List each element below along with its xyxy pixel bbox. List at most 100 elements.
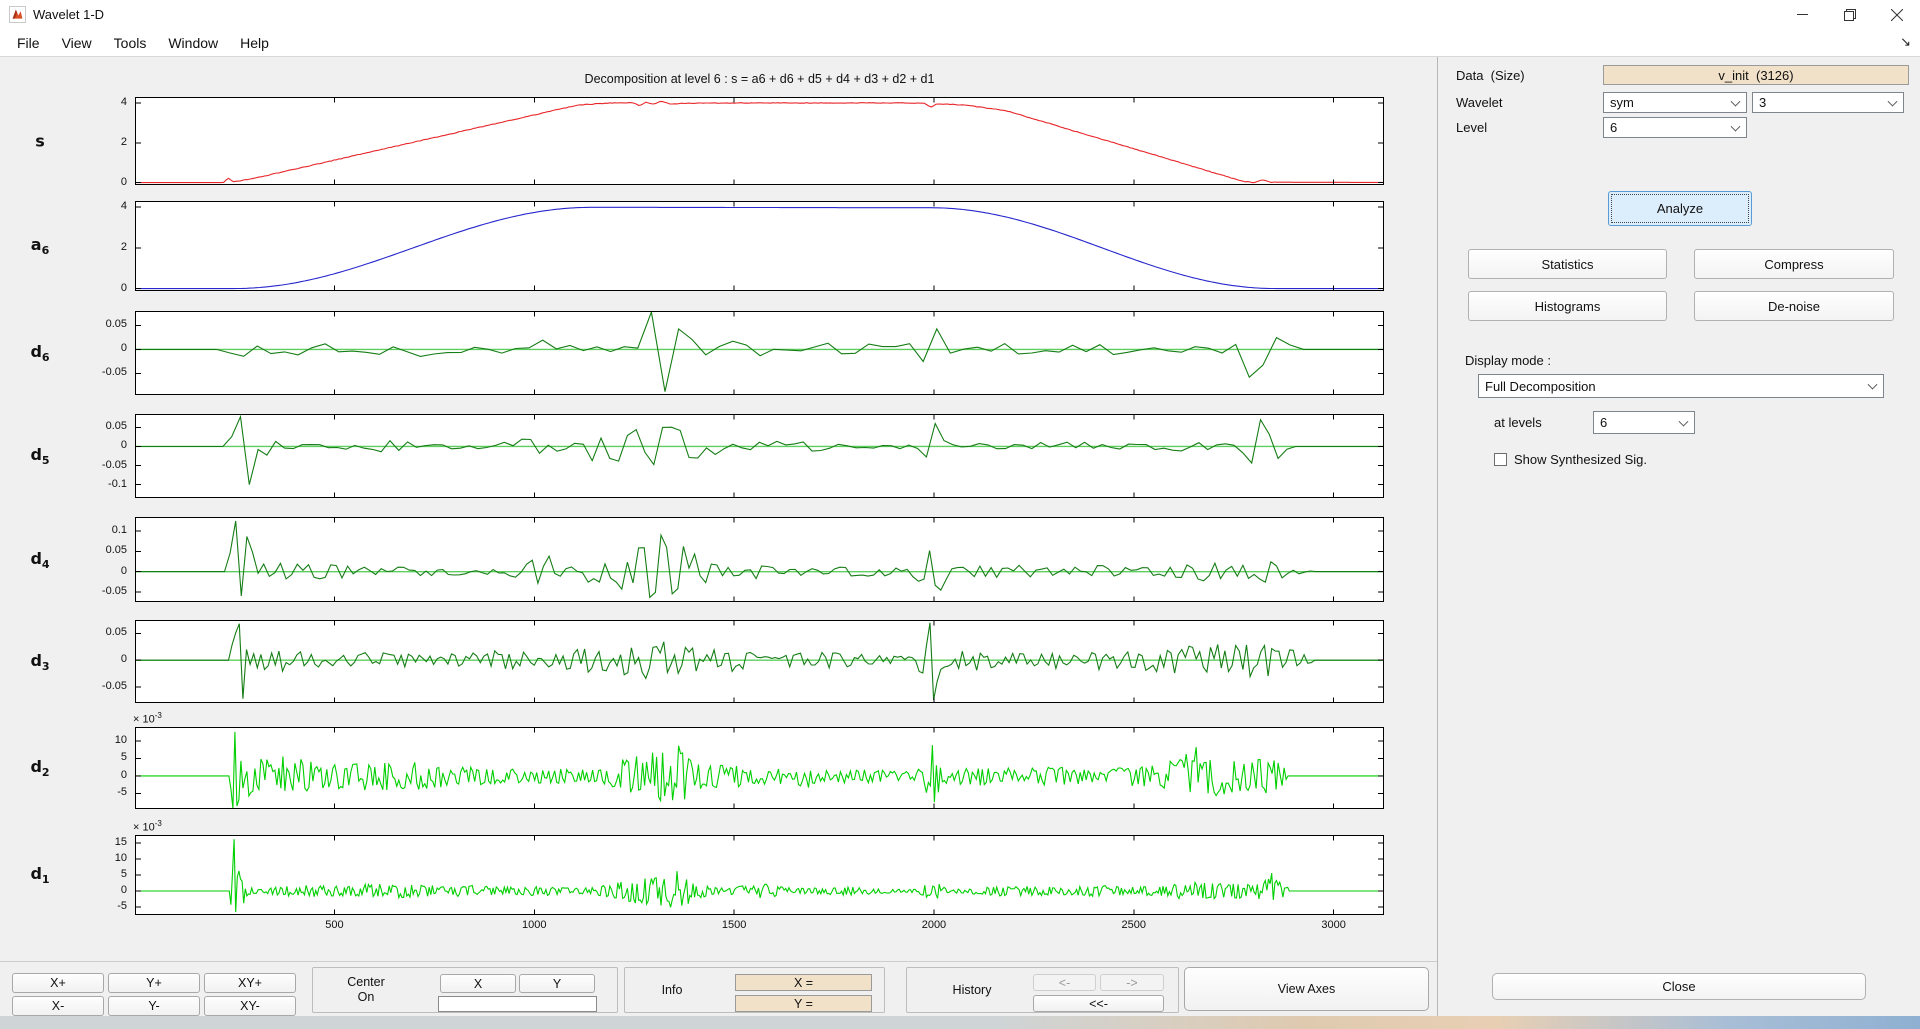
info-group: Info X = Y = xyxy=(624,967,885,1013)
subplot-row-d5: d5-0.1-0.0500.05 xyxy=(135,414,1384,498)
subplot-axes-d4[interactable] xyxy=(135,517,1384,602)
level-label: Level xyxy=(1456,120,1487,135)
menu-view[interactable]: View xyxy=(51,35,103,51)
axis-exponent-label: × 10-3 xyxy=(133,711,162,726)
subplot-axes-d3[interactable] xyxy=(135,620,1384,703)
window-title: Wavelet 1-D xyxy=(33,7,104,22)
show-synthesized-checkbox[interactable] xyxy=(1494,453,1507,466)
x-tick-label: 500 xyxy=(304,919,364,931)
y-tick-label: 0.05 xyxy=(59,318,127,330)
zoom-x-plus-button[interactable]: X+ xyxy=(12,973,104,993)
level-value: 6 xyxy=(1610,120,1617,135)
x-axis-labels: 50010001500200025003000 xyxy=(135,915,1384,937)
analyze-button[interactable]: Analyze xyxy=(1608,191,1752,226)
y-tick-label: -0.05 xyxy=(59,680,127,692)
chevron-down-icon xyxy=(1731,96,1741,106)
y-tick-label: 10 xyxy=(59,734,127,746)
x-tick-label: 2500 xyxy=(1104,919,1164,931)
statistics-button[interactable]: Statistics xyxy=(1468,249,1667,279)
subplot-axes-d2[interactable] xyxy=(135,727,1384,809)
y-tick-label: -0.05 xyxy=(59,459,127,471)
wavelet-family-select[interactable]: sym xyxy=(1603,92,1747,113)
restore-icon xyxy=(1844,9,1856,21)
history-prev-button[interactable]: <- xyxy=(1033,974,1096,991)
y-tick-label: 0 xyxy=(59,282,127,294)
menu-window[interactable]: Window xyxy=(157,35,229,51)
display-mode-value: Full Decomposition xyxy=(1485,379,1596,394)
history-rewind-button[interactable]: <<- xyxy=(1033,995,1164,1012)
at-levels-select[interactable]: 6 xyxy=(1593,411,1695,434)
zoom-xy-plus-button[interactable]: XY+ xyxy=(204,973,296,993)
compress-button[interactable]: Compress xyxy=(1694,249,1894,279)
plot-panel: Decomposition at level 6 : s = a6 + d6 +… xyxy=(0,57,1437,1016)
subplot-axes-d6[interactable] xyxy=(135,311,1384,395)
denoise-button[interactable]: De-noise xyxy=(1694,291,1894,321)
menu-tools[interactable]: Tools xyxy=(103,35,158,51)
view-axes-button[interactable]: View Axes xyxy=(1184,967,1429,1011)
y-tick-label: 10 xyxy=(59,852,127,864)
y-tick-label: 2 xyxy=(59,136,127,148)
y-tick-label: 0.05 xyxy=(59,544,127,556)
restore-button[interactable] xyxy=(1826,0,1873,29)
center-on-group: Center On X Y xyxy=(312,967,618,1013)
y-tick-label: 4 xyxy=(59,96,127,108)
y-tick-label: -0.1 xyxy=(59,478,127,490)
wavelet-number-value: 3 xyxy=(1759,95,1766,110)
menu-bar: File View Tools Window Help ↘ xyxy=(0,29,1920,57)
y-tick-label: -5 xyxy=(59,786,127,798)
y-tick-label: 0.05 xyxy=(59,420,127,432)
info-label: Info xyxy=(637,983,707,997)
y-tick-label: 0 xyxy=(59,439,127,451)
level-select[interactable]: 6 xyxy=(1603,117,1747,138)
y-tick-label: -0.05 xyxy=(59,366,127,378)
zoom-y-plus-button[interactable]: Y+ xyxy=(108,973,200,993)
menu-file[interactable]: File xyxy=(6,35,51,51)
center-on-label: Center On xyxy=(321,975,411,1005)
subplot-row-d3: d3-0.0500.05 xyxy=(135,620,1384,703)
y-tick-label: 0 xyxy=(59,769,127,781)
subplot-row-d6: d6-0.0500.05 xyxy=(135,311,1384,395)
info-x-field: X = xyxy=(735,974,872,991)
chevron-down-icon xyxy=(1731,121,1741,131)
data-size-label: Data (Size) xyxy=(1456,68,1525,83)
subplot-axes-s[interactable] xyxy=(135,97,1384,185)
subplot-axes-d5[interactable] xyxy=(135,414,1384,498)
history-next-button[interactable]: -> xyxy=(1100,974,1164,991)
history-label: History xyxy=(927,983,1017,997)
minimize-icon xyxy=(1797,9,1808,20)
subplot-row-d4: d4-0.0500.050.1 xyxy=(135,517,1384,602)
histograms-button[interactable]: Histograms xyxy=(1468,291,1667,321)
zoom-x-minus-button[interactable]: X- xyxy=(12,996,104,1016)
chevron-down-icon xyxy=(1888,96,1898,106)
close-window-button[interactable] xyxy=(1873,0,1920,29)
y-tick-label: 0.1 xyxy=(59,524,127,536)
center-x-button[interactable]: X xyxy=(440,974,516,993)
show-synthesized-label: Show Synthesized Sig. xyxy=(1514,452,1647,467)
center-on-input[interactable] xyxy=(438,996,597,1012)
title-bar: Wavelet 1-D xyxy=(0,0,1920,29)
x-tick-label: 1500 xyxy=(704,919,764,931)
zoom-y-minus-button[interactable]: Y- xyxy=(108,996,200,1016)
bottom-toolbar: X+ Y+ XY+ X- Y- XY- Center On X Y Info X… xyxy=(0,961,1437,1016)
control-panel: Data (Size) v_init (3126) Wavelet sym 3 … xyxy=(1437,57,1920,1016)
close-button[interactable]: Close xyxy=(1492,973,1866,1000)
subplot-row-s: s024 xyxy=(135,97,1384,185)
menu-help[interactable]: Help xyxy=(229,35,280,51)
y-tick-label: 15 xyxy=(59,836,127,848)
y-tick-label: 0 xyxy=(59,176,127,188)
subplot-axes-d1[interactable] xyxy=(135,835,1384,915)
subplot-axes-a6[interactable] xyxy=(135,201,1384,291)
y-tick-label: -0.05 xyxy=(59,585,127,597)
minimize-button[interactable] xyxy=(1779,0,1826,29)
subplot-row-d1: d1-5051015× 10-3 xyxy=(135,835,1384,915)
display-mode-select[interactable]: Full Decomposition xyxy=(1478,374,1884,398)
wavelet-number-select[interactable]: 3 xyxy=(1752,92,1904,113)
y-tick-label: 2 xyxy=(59,241,127,253)
at-levels-value: 6 xyxy=(1600,415,1607,430)
dock-arrow-icon[interactable]: ↘ xyxy=(1900,34,1911,50)
info-y-field: Y = xyxy=(735,995,872,1012)
close-icon xyxy=(1891,9,1903,21)
center-y-button[interactable]: Y xyxy=(519,974,595,993)
zoom-xy-minus-button[interactable]: XY- xyxy=(204,996,296,1016)
y-tick-label: 0.05 xyxy=(59,626,127,638)
